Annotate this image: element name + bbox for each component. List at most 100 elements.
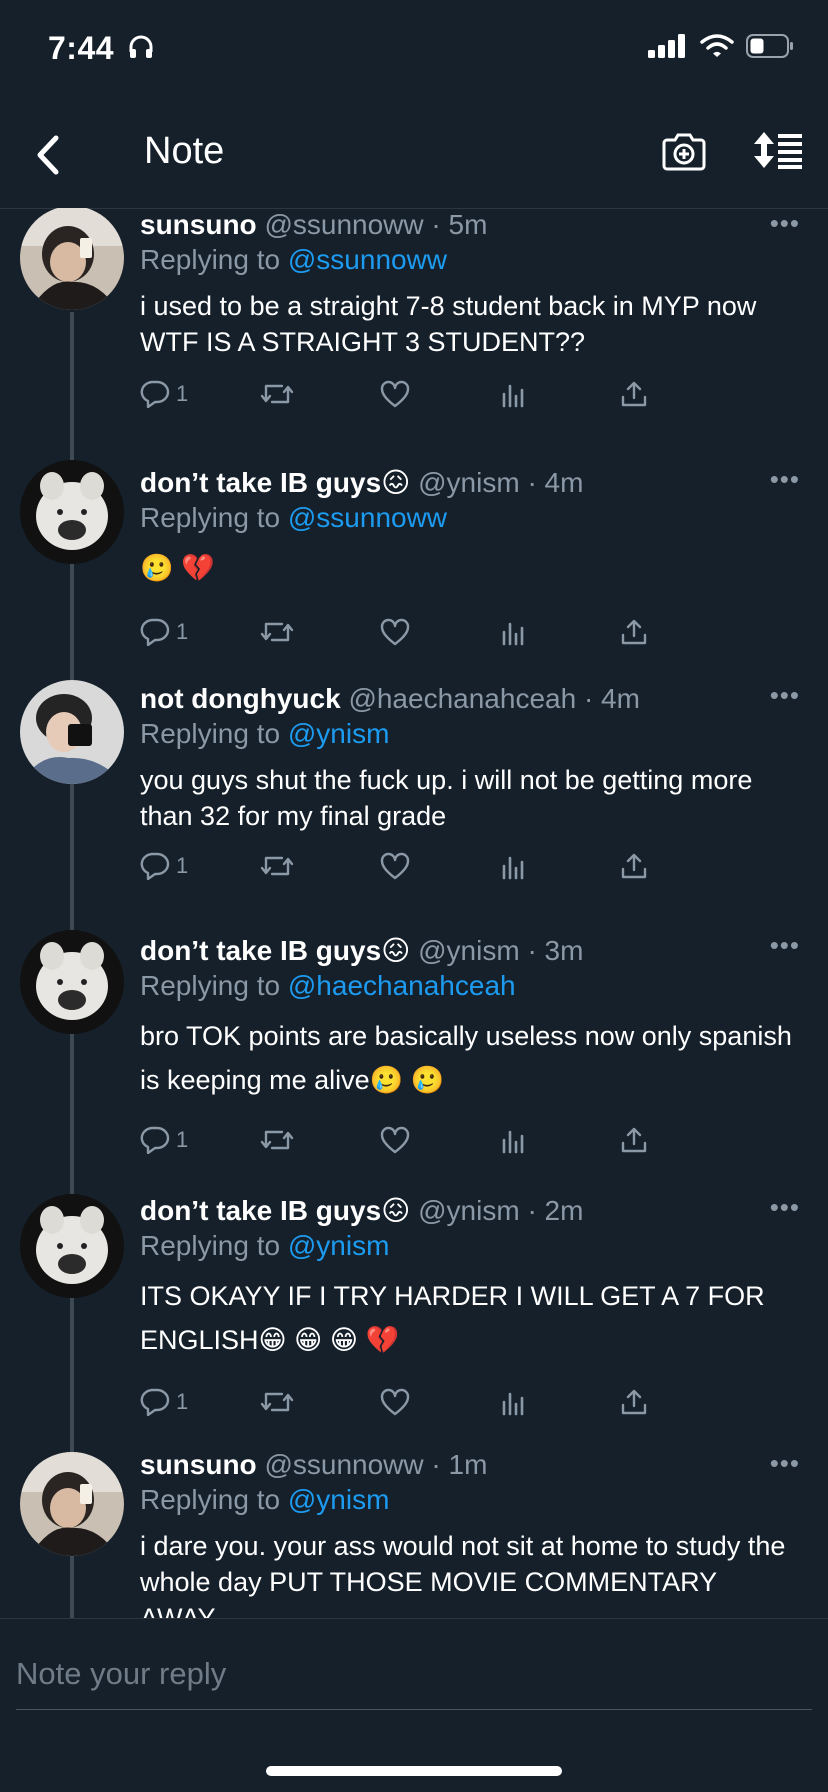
like-button[interactable] (380, 618, 410, 646)
user-handle[interactable]: @ssunnoww (264, 209, 423, 240)
tweet-text: i dare you. your ass would not sit at ho… (140, 1531, 786, 1618)
replying-to-label: Replying to (140, 244, 281, 275)
analytics-button[interactable] (500, 1388, 528, 1416)
more-options-icon[interactable]: ••• (770, 1448, 800, 1479)
more-options-icon[interactable]: ••• (770, 464, 800, 495)
sort-icon[interactable] (754, 130, 804, 170)
reply-icon (140, 1388, 170, 1416)
reply-icon (140, 852, 170, 880)
share-button[interactable] (620, 1388, 648, 1416)
share-button[interactable] (620, 852, 648, 880)
retweet-button[interactable] (260, 380, 294, 408)
like-button[interactable] (380, 852, 410, 880)
status-time: 7:44 (48, 30, 115, 66)
tweet[interactable]: don’t take IB guys😖 @ynism · 2m Replying… (0, 1180, 828, 1438)
reply-button[interactable]: 1 (140, 618, 188, 646)
tweet-text: you guys shut the fuck up. i will not be… (140, 765, 753, 831)
retweet-button[interactable] (260, 852, 294, 880)
replying-to-handle[interactable]: @ssunnoww (288, 502, 447, 533)
replying-to-label: Replying to (140, 1230, 281, 1261)
display-name[interactable]: don’t take IB guys😖 (140, 935, 410, 966)
analytics-button[interactable] (500, 380, 528, 408)
display-name[interactable]: sunsuno (140, 209, 257, 240)
analytics-button[interactable] (500, 852, 528, 880)
avatar[interactable] (20, 680, 124, 784)
retweet-button[interactable] (260, 618, 294, 646)
heart-icon (380, 1388, 410, 1416)
avatar[interactable] (20, 930, 124, 1034)
tweet[interactable]: don’t take IB guys😖 @ynism · 3m Replying… (0, 918, 828, 1182)
like-button[interactable] (380, 380, 410, 408)
signal-icon (648, 34, 685, 58)
replying-to-handle[interactable]: @ynism (288, 718, 390, 749)
replying-to-handle[interactable]: @haechanahceah (288, 970, 516, 1001)
replying-to-label: Replying to (140, 1484, 281, 1515)
like-button[interactable] (380, 1388, 410, 1416)
battery-icon (746, 34, 793, 58)
replying-to: Replying to @haechanahceah (140, 968, 798, 1004)
reply-button[interactable]: 1 (140, 1126, 188, 1154)
tweet[interactable]: sunsuno @ssunnoww · 5m Replying to @ssun… (0, 208, 828, 458)
user-handle[interactable]: @ssunnoww (264, 1449, 423, 1480)
camera-add-icon[interactable] (662, 130, 706, 172)
timestamp: · 4m (583, 683, 640, 714)
display-name[interactable]: not donghyuck (140, 683, 341, 714)
user-handle[interactable]: @ynism (418, 467, 520, 498)
display-name[interactable]: sunsuno (140, 1449, 257, 1480)
replying-to-label: Replying to (140, 970, 281, 1001)
tweet[interactable]: don’t take IB guys😖 @ynism · 4m Replying… (0, 412, 828, 668)
reply-button[interactable]: 1 (140, 380, 188, 408)
more-options-icon[interactable]: ••• (770, 930, 800, 961)
retweet-icon (260, 1130, 294, 1150)
share-icon (621, 1389, 647, 1415)
analytics-button[interactable] (500, 618, 528, 646)
more-options-icon[interactable]: ••• (770, 208, 800, 239)
thread-line (70, 1180, 74, 1194)
heart-icon (380, 618, 410, 646)
timestamp: · 1m (431, 1449, 488, 1480)
home-indicator[interactable] (266, 1766, 562, 1776)
more-options-icon[interactable]: ••• (770, 1192, 800, 1223)
action-bar: 1 (140, 852, 740, 892)
avatar[interactable] (20, 208, 124, 310)
retweet-icon (260, 384, 294, 404)
avatar[interactable] (20, 460, 124, 564)
share-button[interactable] (620, 380, 648, 408)
display-name[interactable]: don’t take IB guys😖 (140, 1195, 410, 1226)
back-arrow-icon[interactable] (28, 130, 68, 180)
status-bar: 7:44 (0, 0, 828, 100)
headphones-icon (129, 35, 153, 58)
share-button[interactable] (620, 1126, 648, 1154)
tweet-text: i used to be a straight 7-8 student back… (140, 291, 757, 357)
replying-to-label: Replying to (140, 502, 281, 533)
tweet[interactable]: sunsuno @ssunnoww · 1m Replying to @ynis… (0, 1436, 828, 1618)
reply-button[interactable]: 1 (140, 852, 188, 880)
thread-line (70, 1298, 74, 1438)
thread-line (70, 562, 74, 668)
share-button[interactable] (620, 618, 648, 646)
action-bar: 1 (140, 618, 740, 658)
reply-count: 1 (176, 619, 189, 644)
user-handle[interactable]: @ynism (418, 935, 520, 966)
more-options-icon[interactable]: ••• (770, 680, 800, 711)
avatar[interactable] (20, 1452, 124, 1556)
wifi-icon (700, 34, 734, 57)
replying-to-handle[interactable]: @ssunnoww (288, 244, 447, 275)
replying-to-handle[interactable]: @ynism (288, 1230, 390, 1261)
analytics-button[interactable] (500, 1126, 528, 1154)
retweet-button[interactable] (260, 1126, 294, 1154)
timestamp: · 5m (431, 209, 488, 240)
share-icon (621, 853, 647, 879)
retweet-button[interactable] (260, 1388, 294, 1416)
tweet[interactable]: not donghyuck @haechanahceah · 4m Replyi… (0, 666, 828, 920)
replying-to-handle[interactable]: @ynism (288, 1484, 390, 1515)
avatar[interactable] (20, 1194, 124, 1298)
user-handle[interactable]: @haechanahceah (348, 683, 576, 714)
reply-input[interactable] (16, 1639, 812, 1710)
display-name[interactable]: don’t take IB guys😖 (140, 467, 410, 498)
like-button[interactable] (380, 1126, 410, 1154)
reply-button[interactable]: 1 (140, 1388, 188, 1416)
user-handle[interactable]: @ynism (418, 1195, 520, 1226)
thread-line (70, 412, 74, 460)
thread-list[interactable]: sunsuno @ssunnoww · 5m Replying to @ssun… (0, 208, 828, 1618)
